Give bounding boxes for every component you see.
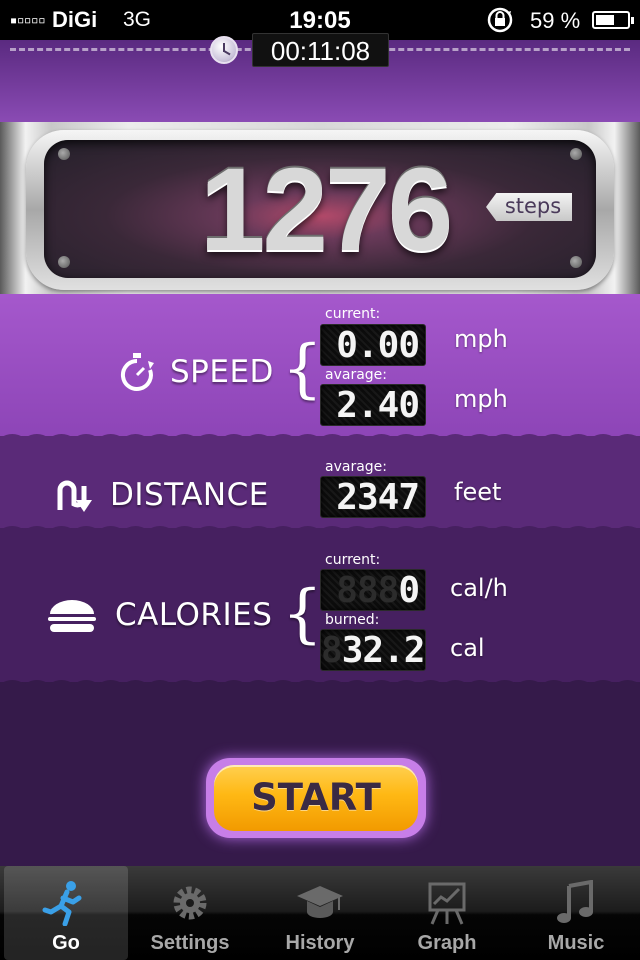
- distance-unit: feet: [454, 478, 502, 506]
- speed-average-display: 2.40: [320, 384, 426, 426]
- speed-average-value: 2.40: [336, 385, 420, 426]
- calories-label: CALORIES: [115, 597, 273, 633]
- distance-label: DISTANCE: [110, 477, 269, 513]
- speed-current-caption: current:: [325, 306, 381, 322]
- u-turn-arrow-icon: [57, 480, 92, 512]
- graduation-cap-icon: [297, 886, 343, 918]
- stopwatch-icon: [210, 36, 238, 64]
- screw-icon: [570, 256, 582, 268]
- battery-fill: [596, 15, 614, 25]
- calories-brace: {: [282, 577, 323, 651]
- speed-current-display: 0.00: [320, 324, 426, 366]
- calories-current-unit: cal/h: [450, 574, 508, 602]
- speed-current-value: 0.00: [336, 325, 420, 366]
- distance-average-caption: avarage:: [325, 459, 387, 475]
- stopwatch-refresh-icon: [120, 353, 154, 391]
- tab-settings-label: Settings: [150, 932, 230, 954]
- calories-current-ghost-digits: 888: [336, 570, 399, 611]
- calories-burned-unit: cal: [450, 634, 485, 662]
- calories-current-value: 0: [398, 570, 420, 611]
- speed-average-caption: avarage:: [325, 367, 387, 383]
- distance-display: 2347: [320, 476, 426, 518]
- calories-burned-value: 32.2: [341, 630, 426, 671]
- scalloped-divider: [0, 526, 640, 538]
- gear-icon: [173, 886, 207, 920]
- calories-burned-display: 832.2: [320, 629, 426, 671]
- tab-go-label: Go: [52, 932, 80, 954]
- step-count: 1276: [199, 144, 454, 276]
- start-button[interactable]: START: [214, 765, 418, 831]
- tab-graph[interactable]: Graph: [385, 866, 509, 960]
- music-note-icon: [557, 880, 593, 923]
- speed-brace: {: [282, 332, 323, 406]
- calories-burned-ghost-digits: 8: [321, 630, 343, 671]
- tab-history-label: History: [285, 932, 355, 954]
- tab-go[interactable]: Go: [4, 866, 128, 960]
- tab-settings[interactable]: Settings: [128, 866, 252, 960]
- calories-burned-caption: burned:: [325, 612, 380, 628]
- tab-history[interactable]: History: [258, 866, 382, 960]
- tab-bar: Go Settings History Graph Music: [0, 866, 640, 960]
- steps-unit-tag: steps: [486, 193, 572, 221]
- speed-label: SPEED: [170, 354, 274, 390]
- screw-icon: [570, 148, 582, 160]
- rotation-lock-icon: [487, 7, 513, 33]
- tab-graph-label: Graph: [417, 932, 477, 954]
- scalloped-divider: [0, 434, 640, 446]
- speed-current-unit: mph: [454, 325, 508, 353]
- screw-icon: [58, 256, 70, 268]
- calories-current-display: 8880: [320, 569, 426, 611]
- tab-music[interactable]: Music: [514, 866, 638, 960]
- runner-icon: [42, 881, 82, 926]
- calories-current-caption: current:: [325, 552, 381, 568]
- elapsed-timer: 00:11:08: [252, 33, 389, 67]
- battery-percentage: 59 %: [530, 8, 581, 33]
- speed-average-unit: mph: [454, 385, 508, 413]
- scalloped-divider: [0, 680, 640, 692]
- screw-icon: [58, 148, 70, 160]
- graph-board-icon: [428, 882, 466, 925]
- distance-value: 2347: [336, 477, 420, 518]
- tab-music-label: Music: [547, 932, 605, 954]
- battery-icon: [592, 11, 634, 29]
- burger-icon: [48, 600, 96, 632]
